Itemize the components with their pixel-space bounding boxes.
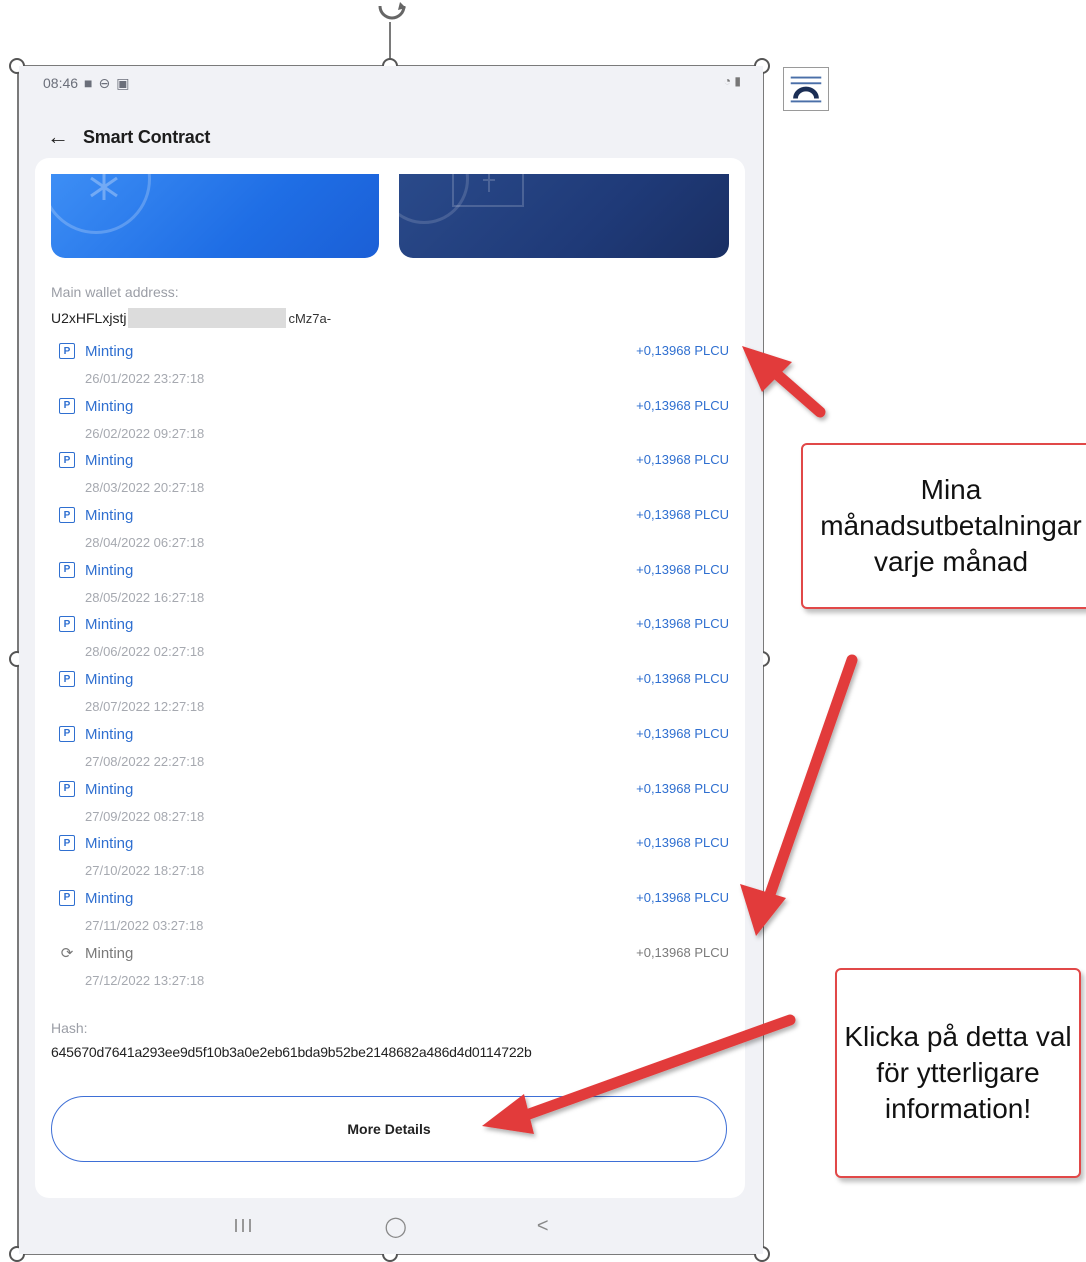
home-icon[interactable]: ◯ <box>384 1214 406 1239</box>
transaction-date: 27/12/2022 13:27:18 <box>85 973 204 988</box>
transaction-amount: +0,13968 PLCU <box>636 945 729 960</box>
transaction-date: 27/11/2022 03:27:18 <box>85 918 203 933</box>
banner-card-1[interactable] <box>51 174 379 258</box>
layout-options-icon[interactable] <box>783 67 829 111</box>
redaction-box <box>128 308 286 328</box>
callout-more-info-text: Klicka på detta val för ytterligare info… <box>843 1019 1073 1126</box>
building-icon <box>449 174 529 214</box>
transaction-row[interactable]: P Minting 28/06/2022 02:27:18 +0,13968 PLCU <box>57 613 729 668</box>
transaction-amount: +0,13968 PLCU <box>636 890 729 905</box>
transaction-label: Minting <box>85 835 133 852</box>
transaction-row[interactable]: P Minting 27/11/2022 03:27:18 +0,13968 PLCU <box>57 887 729 942</box>
dnd-icon: ⊖ <box>99 75 111 92</box>
transaction-label: Minting <box>85 398 133 415</box>
callout-more-info: Klicka på detta val för ytterligare info… <box>835 968 1081 1178</box>
transaction-row[interactable]: P Minting 27/08/2022 22:27:18 +0,13968 PLCU <box>57 723 729 778</box>
transaction-label: Minting <box>85 726 133 743</box>
transaction-amount: +0,13968 PLCU <box>636 671 729 686</box>
banner-card-2[interactable] <box>399 174 729 258</box>
plcu-token-icon: P <box>59 452 75 468</box>
transaction-date: 28/07/2022 12:27:18 <box>85 699 204 714</box>
transaction-row[interactable]: P Minting 27/10/2022 18:27:18 +0,13968 PLCU <box>57 832 729 887</box>
transaction-list: P Minting 26/01/2022 23:27:18 +0,13968 PLCU… <box>57 340 729 996</box>
plcu-token-icon: P <box>59 616 75 632</box>
arrow-left-icon[interactable]: ← <box>47 126 69 148</box>
video-icon: ■ <box>84 75 92 91</box>
transaction-amount: +0,13968 PLCU <box>636 507 729 522</box>
transaction-label: Minting <box>85 616 133 633</box>
wallet-address: U2xHFLxjstj cMz7a- <box>51 308 331 328</box>
plcu-token-icon: P <box>59 671 75 687</box>
phone-screenshot: 08:46 ■ ⊖ ▣ ◔ ▮ ← Smart Contract Main wa… <box>19 66 763 1254</box>
app-header: ← Smart Contract <box>47 122 210 152</box>
wallet-address-end: cMz7a- <box>288 311 331 326</box>
transaction-amount: +0,13968 PLCU <box>636 616 729 631</box>
transaction-date: 28/05/2022 16:27:18 <box>85 590 204 605</box>
contract-card: Main wallet address: U2xHFLxjstj cMz7a- … <box>35 158 745 1198</box>
plcu-token-icon: P <box>59 507 75 523</box>
transaction-row[interactable]: P Minting 26/02/2022 09:27:18 +0,13968 PLCU <box>57 395 729 450</box>
transaction-row[interactable]: P Minting 28/07/2022 12:27:18 +0,13968 PLCU <box>57 668 729 723</box>
plcu-token-icon: P <box>59 562 75 578</box>
transaction-label: Minting <box>85 781 133 798</box>
transaction-row[interactable]: P Minting 27/09/2022 08:27:18 +0,13968 PLCU <box>57 778 729 833</box>
transaction-label: Minting <box>85 890 133 907</box>
battery-icon: ▮ <box>734 74 741 88</box>
transaction-date: 27/08/2022 22:27:18 <box>85 754 204 769</box>
transaction-amount: +0,13968 PLCU <box>636 343 729 358</box>
status-time: 08:46 <box>43 75 78 91</box>
plcu-token-icon: P <box>59 343 75 359</box>
wallet-address-label: Main wallet address: <box>51 284 179 300</box>
transaction-label: Minting <box>85 452 133 469</box>
transaction-label: Minting <box>85 562 133 579</box>
transaction-date: 28/04/2022 06:27:18 <box>85 535 204 550</box>
transaction-date: 28/03/2022 20:27:18 <box>85 480 204 495</box>
hash-value: 645670d7641a293ee9d5f10b3a0e2eb61bda9b52… <box>51 1044 532 1060</box>
transaction-amount: +0,13968 PLCU <box>636 452 729 467</box>
callout-monthly-text: Mina månadsutbetalningar varje månad <box>816 472 1086 579</box>
transaction-amount: +0,13968 PLCU <box>636 726 729 741</box>
transaction-amount: +0,13968 PLCU <box>636 398 729 413</box>
refresh-icon: ⟳ <box>59 945 75 961</box>
plcu-token-icon: P <box>59 835 75 851</box>
transaction-date: 27/09/2022 08:27:18 <box>85 809 204 824</box>
transaction-date: 26/02/2022 09:27:18 <box>85 426 204 441</box>
status-bar: 08:46 ■ ⊖ ▣ ◔ ▮ <box>43 70 741 96</box>
transaction-label: Minting <box>85 945 133 962</box>
transaction-date: 28/06/2022 02:27:18 <box>85 644 204 659</box>
sd-card-icon: ▣ <box>116 75 129 92</box>
back-icon[interactable]: < <box>537 1215 549 1238</box>
transaction-row[interactable]: P Minting 28/04/2022 06:27:18 +0,13968 PLCU <box>57 504 729 559</box>
hash-label: Hash: <box>51 1020 88 1036</box>
transaction-label: Minting <box>85 671 133 688</box>
page-title: Smart Contract <box>83 127 210 148</box>
android-nav-bar: III ◯ < <box>19 1198 763 1254</box>
transaction-amount: +0,13968 PLCU <box>636 835 729 850</box>
plcu-token-icon: P <box>59 781 75 797</box>
transaction-amount: +0,13968 PLCU <box>636 562 729 577</box>
transaction-row[interactable]: ⟳ Minting 27/12/2022 13:27:18 +0,13968 PLCU <box>57 942 729 997</box>
transaction-label: Minting <box>85 343 133 360</box>
recents-icon[interactable]: III <box>233 1216 254 1237</box>
callout-monthly-payouts: Mina månadsutbetalningar varje månad <box>801 443 1086 609</box>
plcu-token-icon: P <box>59 890 75 906</box>
more-details-button[interactable]: More Details <box>51 1096 727 1162</box>
transaction-row[interactable]: P Minting 26/01/2022 23:27:18 +0,13968 PLCU <box>57 340 729 395</box>
transaction-row[interactable]: P Minting 28/05/2022 16:27:18 +0,13968 PLCU <box>57 559 729 614</box>
wifi-icon: ◔ <box>724 74 731 88</box>
wallet-address-start: U2xHFLxjstj <box>51 310 126 326</box>
plcu-token-icon: P <box>59 726 75 742</box>
transaction-date: 27/10/2022 18:27:18 <box>85 863 204 878</box>
snowflake-icon <box>79 174 129 204</box>
rotate-icon[interactable] <box>372 0 412 24</box>
transaction-date: 26/01/2022 23:27:18 <box>85 371 204 386</box>
transaction-label: Minting <box>85 507 133 524</box>
transaction-row[interactable]: P Minting 28/03/2022 20:27:18 +0,13968 PLCU <box>57 449 729 504</box>
transaction-amount: +0,13968 PLCU <box>636 781 729 796</box>
plcu-token-icon: P <box>59 398 75 414</box>
